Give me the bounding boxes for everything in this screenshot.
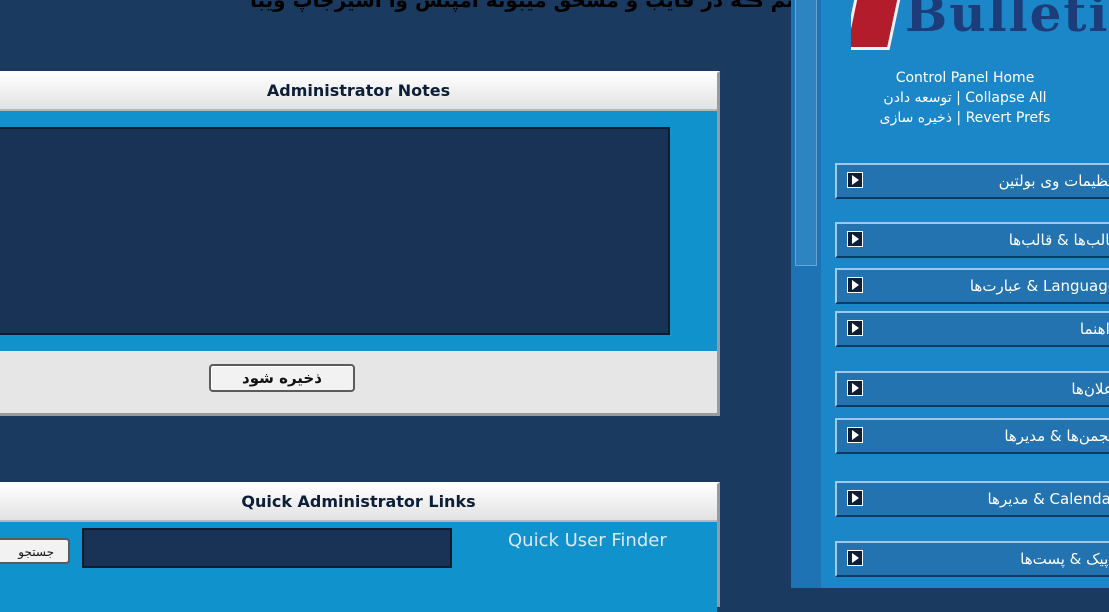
sidebar-scrollbar-thumb[interactable] <box>795 0 817 266</box>
quick-admin-links-panel: Quick Administrator Links جستجو Quick Us… <box>0 482 720 612</box>
control-panel-home-link[interactable]: Control Panel Home <box>896 70 1035 86</box>
sidebar-item-announcements[interactable]: اعلان‌ها <box>835 371 1109 407</box>
control-panel-sidebar: Bulletin Control Panel Home توسعه دادن |… <box>821 0 1109 588</box>
expand-arrow-icon <box>847 427 863 443</box>
expand-arrow-icon <box>847 380 863 396</box>
sidebar-item-calendars-moderators[interactable]: Calendar & مدیرها <box>835 481 1109 517</box>
expand-all-link[interactable]: توسعه دادن <box>883 90 951 106</box>
sidebar-item-label: تنظیمات وی بولتین <box>998 172 1109 190</box>
expand-arrow-icon <box>847 320 863 336</box>
administrator-notes-panel: Administrator Notes ذخیره شود <box>0 71 720 416</box>
quick-user-finder-input[interactable] <box>82 528 452 568</box>
sidebar-item-threads-posts[interactable]: تاپیک & پست‌ها <box>835 541 1109 577</box>
administrator-notes-body <box>0 111 717 351</box>
revert-prefs-link[interactable]: Revert Prefs <box>966 110 1051 126</box>
logo-text: Bulletin <box>905 0 1109 43</box>
administrator-notes-title: Administrator Notes <box>0 73 717 111</box>
expand-arrow-icon <box>847 172 863 188</box>
sidebar-item-label: تاپیک & پست‌ها <box>1020 550 1109 568</box>
sidebar-item-forums-moderators[interactable]: انجمن‌ها & مدیرها <box>835 418 1109 454</box>
quick-admin-links-title: Quick Administrator Links <box>0 484 717 522</box>
expand-arrow-icon <box>847 490 863 506</box>
sidebar-item-label: راهنما <box>1079 320 1109 338</box>
save-prefs-link[interactable]: ذخیره سازی <box>880 110 952 126</box>
vbulletin-logo: Bulletin <box>851 0 1109 50</box>
page-banner: اسم ڪه در قايب و مسحق ميبونه امپنس وا اس… <box>250 0 810 12</box>
administrator-notes-textarea[interactable] <box>0 127 670 335</box>
collapse-all-link[interactable]: Collapse All <box>965 90 1046 106</box>
quick-admin-links-body: جستجو Quick User Finder <box>0 522 717 612</box>
sidebar-item-label: Calendar & مدیرها <box>987 490 1109 508</box>
sidebar-item-help[interactable]: راهنما <box>835 311 1109 347</box>
user-finder-search-button[interactable]: جستجو <box>0 538 70 564</box>
sidebar-item-label: قالب‌ها & قالب‌ها <box>1008 231 1109 249</box>
link-separator: | <box>956 90 966 106</box>
sidebar-item-label: انجمن‌ها & مدیرها <box>1004 427 1109 445</box>
sidebar-scrollbar[interactable] <box>791 0 821 588</box>
sidebar-item-languages-phrases[interactable]: Language & عبارت‌ها <box>835 268 1109 304</box>
quick-user-finder-label: Quick User Finder <box>508 530 667 551</box>
expand-arrow-icon <box>847 550 863 566</box>
control-panel-links: Control Panel Home توسعه دادن | Collapse… <box>821 68 1109 128</box>
sidebar-item-vbulletin-options[interactable]: تنظیمات وی بولتین <box>835 163 1109 199</box>
sidebar-item-label: Language & عبارت‌ها <box>969 277 1109 295</box>
expand-arrow-icon <box>847 231 863 247</box>
sidebar-item-styles-templates[interactable]: قالب‌ها & قالب‌ها <box>835 222 1109 258</box>
sidebar-item-label: اعلان‌ها <box>1071 380 1109 398</box>
expand-arrow-icon <box>847 277 863 293</box>
administrator-notes-footer: ذخیره شود <box>0 351 717 407</box>
logo-emblem-icon <box>851 0 905 50</box>
save-notes-button[interactable]: ذخیره شود <box>209 364 355 392</box>
link-separator: | <box>956 110 966 126</box>
